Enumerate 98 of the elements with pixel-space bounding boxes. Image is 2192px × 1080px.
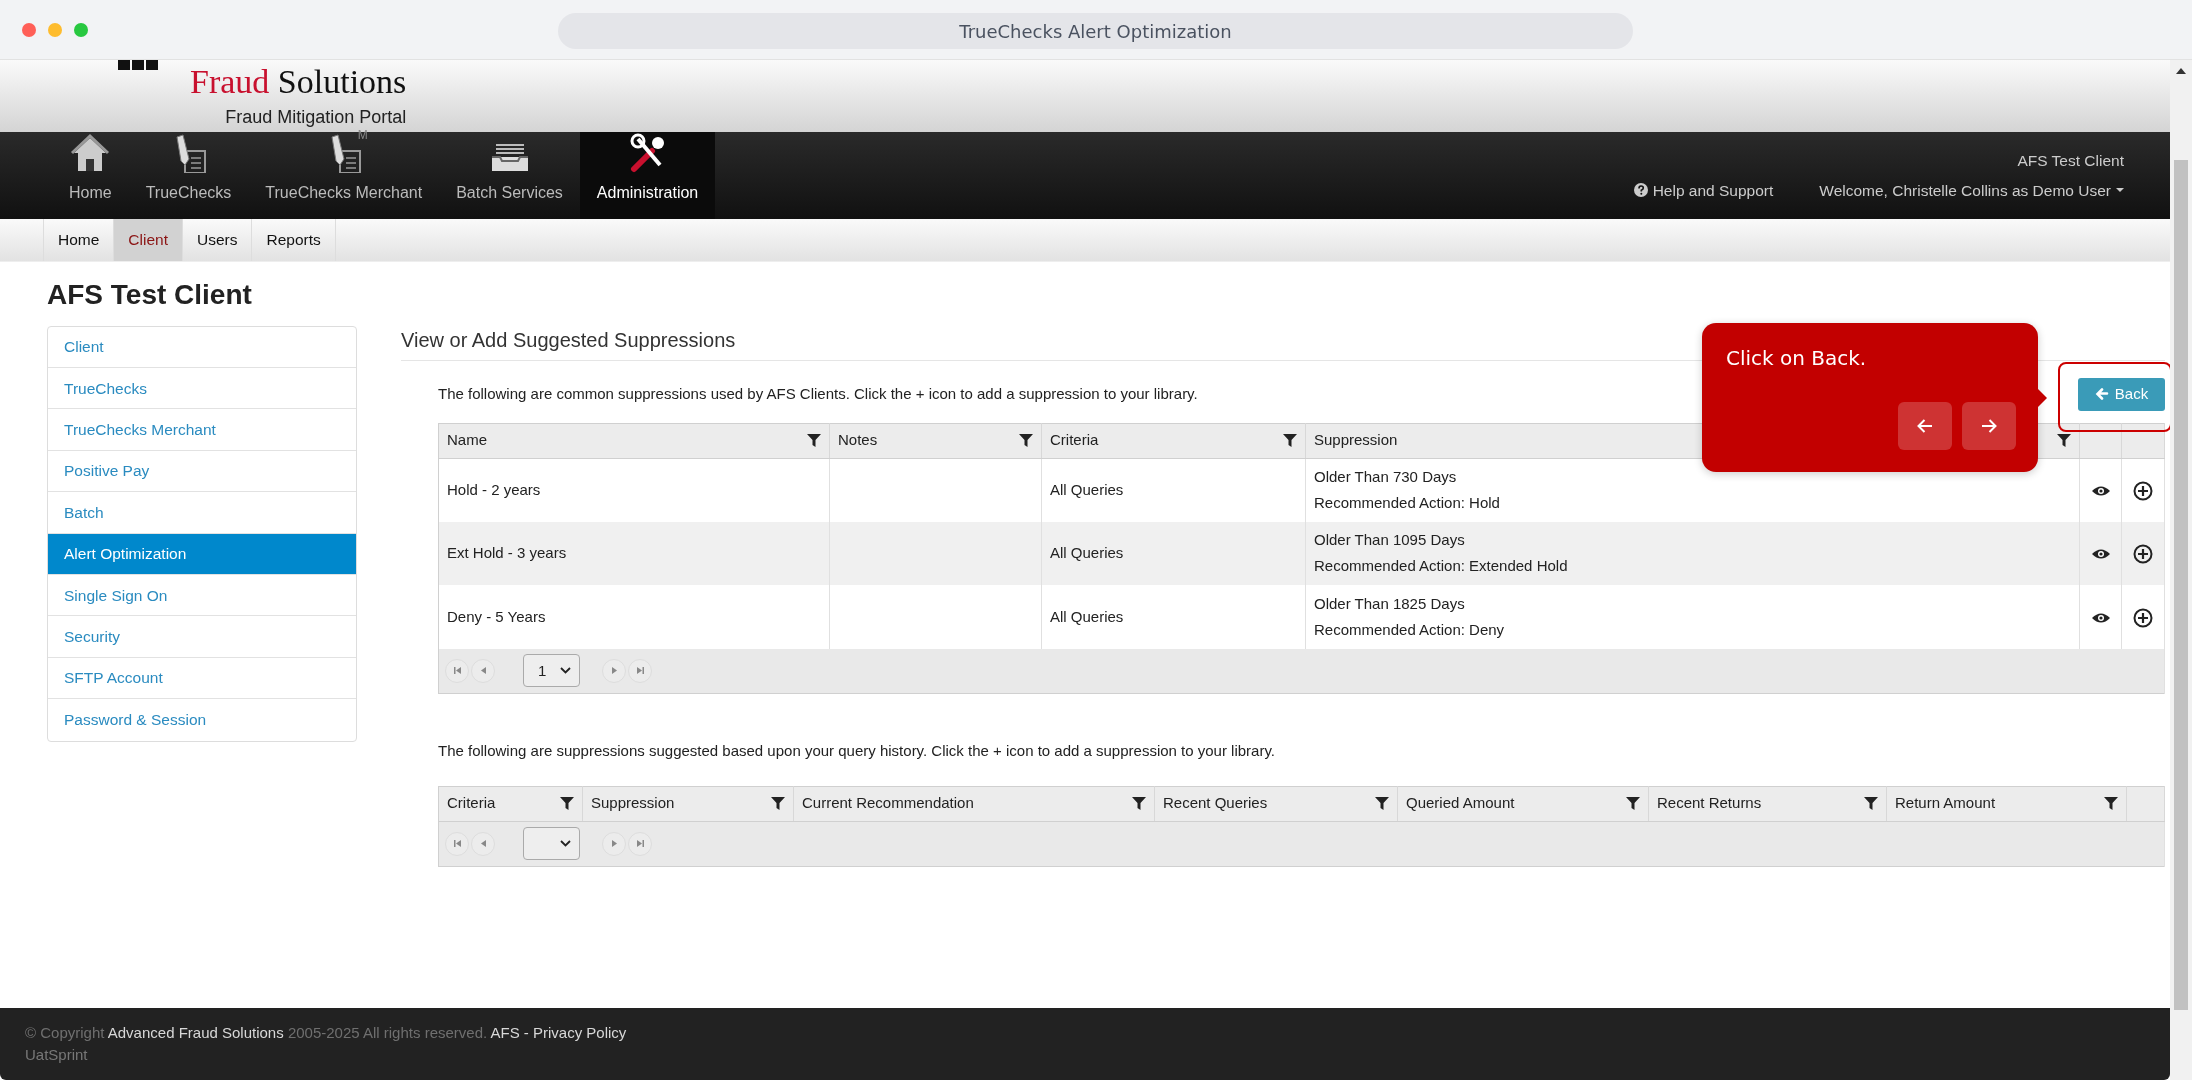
previous-page-icon (479, 840, 487, 848)
table-cell-text: Older Than 730 Days (1314, 467, 1458, 488)
sidebar-item[interactable]: TrueChecks Merchant (48, 409, 356, 451)
sidebar-item[interactable]: Client (48, 326, 356, 368)
minimize-dot[interactable] (48, 22, 62, 37)
arrow-right-icon (1981, 417, 1997, 434)
sidebar-item[interactable]: Batch (48, 492, 356, 534)
next-page-button[interactable] (602, 658, 626, 683)
last-page-button[interactable] (628, 658, 652, 683)
filter-icon[interactable] (2057, 434, 2071, 448)
column-header[interactable]: Name (447, 429, 487, 452)
sidebar-item[interactable]: Alert Optimization (48, 533, 356, 575)
table-cell: Ext Hold - 3 years (438, 521, 830, 586)
add-icon[interactable] (2133, 607, 2153, 628)
sidebar-item[interactable]: Password & Session (48, 699, 356, 741)
previous-page-button[interactable] (471, 831, 495, 856)
help-icon (1633, 183, 1648, 198)
table-cell-text: Recommended Action: Extended Hold (1314, 556, 1569, 577)
column-header[interactable]: Suppression (1314, 429, 1398, 452)
window-title: TrueChecks Alert Optimization (558, 13, 1633, 49)
last-page-icon (636, 840, 644, 848)
table-cell: All Queries (1041, 585, 1306, 649)
zoom-dot[interactable] (74, 22, 88, 37)
sidebar-item[interactable]: SFTP Account (48, 657, 356, 700)
previous-page-button[interactable] (471, 658, 495, 683)
add-icon[interactable] (2133, 544, 2153, 565)
previous-step-button[interactable] (1898, 401, 1952, 450)
nav-tab[interactable]: Administration (579, 132, 716, 219)
logo-subtitle: Fraud Mitigation Portal (225, 106, 407, 129)
last-page-button[interactable] (628, 831, 652, 856)
caret-icon (2116, 188, 2124, 193)
table-cell-text: Recommended Action: Hold (1314, 493, 1501, 514)
filter-icon[interactable] (1864, 797, 1878, 811)
first-page-button[interactable] (445, 658, 469, 683)
nav-tab[interactable]: Batch Services (439, 132, 580, 219)
nav-tab[interactable]: TrueChecks (128, 132, 249, 219)
filter-icon[interactable] (1375, 797, 1389, 811)
environment-label: UatSprint (25, 1045, 89, 1065)
arrow-left-icon (2094, 388, 2109, 401)
add-icon[interactable] (2133, 480, 2153, 501)
table-cell: Hold - 2 years (438, 458, 830, 522)
filter-icon[interactable] (807, 434, 821, 448)
filter-icon[interactable] (1019, 434, 1033, 448)
sidebar-item[interactable]: TrueChecks (48, 368, 356, 410)
table-cell: Deny - 5 Years (438, 585, 830, 649)
filter-icon[interactable] (2104, 797, 2118, 811)
user-menu[interactable]: Welcome, Christelle Collins as Demo User (1819, 178, 2124, 202)
first-page-icon (453, 840, 461, 848)
next-page-icon (610, 840, 618, 848)
icon-letter: M (357, 129, 368, 141)
sidebar-item[interactable]: Positive Pay (48, 450, 356, 493)
scroll-up-icon[interactable] (2176, 68, 2186, 74)
first-page-icon (453, 667, 461, 675)
eye-icon[interactable] (2091, 611, 2110, 624)
first-page-button[interactable] (445, 831, 469, 856)
previous-page-icon (479, 667, 487, 675)
house-icon (70, 133, 111, 173)
arrow-left-icon (1917, 417, 1933, 434)
logo-word: Fraud (190, 63, 270, 100)
chevron-down-icon (560, 667, 571, 675)
sidebar-item[interactable]: Security (48, 616, 356, 658)
footer-link[interactable]: Advanced Fraud Solutions (107, 1024, 284, 1041)
table-cell-text: Older Than 1825 Days (1314, 593, 1466, 614)
copyright-text: © Copyright Advanced Fraud Solutions 2005-2025 All rights reserved. AFS - Privacy Policy (25, 1023, 628, 1043)
logo-word: Solutions (277, 63, 407, 100)
filter-icon[interactable] (771, 797, 785, 811)
help-link[interactable]: Help and Support (1633, 178, 1774, 202)
next-page-icon (610, 667, 618, 675)
table-cell: All Queries (1041, 458, 1306, 522)
sub-tab[interactable]: Reports (252, 219, 336, 261)
filter-icon[interactable] (1283, 434, 1297, 448)
sub-tab[interactable]: Client (114, 219, 183, 261)
footer-link[interactable]: AFS - Privacy Policy (490, 1024, 627, 1041)
next-page-button[interactable] (602, 831, 626, 856)
page-select[interactable]: 1 (523, 654, 580, 688)
sidebar-item[interactable]: Single Sign On (48, 574, 356, 617)
last-page-icon (636, 667, 644, 675)
page-title: AFS Test Client (47, 278, 253, 312)
eye-icon[interactable] (2091, 484, 2110, 497)
logo-squares-icon (118, 60, 158, 70)
chevron-down-icon (560, 840, 571, 848)
column-header[interactable]: Notes (838, 429, 878, 452)
client-name: AFS Test Client (2017, 151, 2124, 172)
filter-icon[interactable] (1132, 797, 1146, 811)
table-cell: All Queries (1041, 521, 1306, 586)
filter-icon[interactable] (560, 797, 574, 811)
column-header[interactable]: Criteria (1050, 429, 1099, 452)
nav-tab[interactable]: Home (52, 132, 129, 219)
table-cell-text: Older Than 1095 Days (1314, 530, 1466, 551)
sub-tab[interactable]: Users (183, 219, 253, 261)
eye-icon[interactable] (2091, 548, 2110, 561)
filter-icon[interactable] (1626, 797, 1640, 811)
nav-tab[interactable]: M TrueChecks Merchant (248, 132, 440, 219)
intro-text: The following are common suppressions used by AFS Clients. Click the + icon to add a suppression to your library. (438, 383, 1198, 404)
table-cell-text: Recommended Action: Deny (1314, 619, 1506, 640)
close-dot[interactable] (22, 22, 36, 37)
intro-text: The following are suppressions suggested based upon your query history. Click the + icon to add a suppression to your library. (438, 741, 1276, 762)
scrollbar[interactable] (2170, 60, 2192, 1080)
